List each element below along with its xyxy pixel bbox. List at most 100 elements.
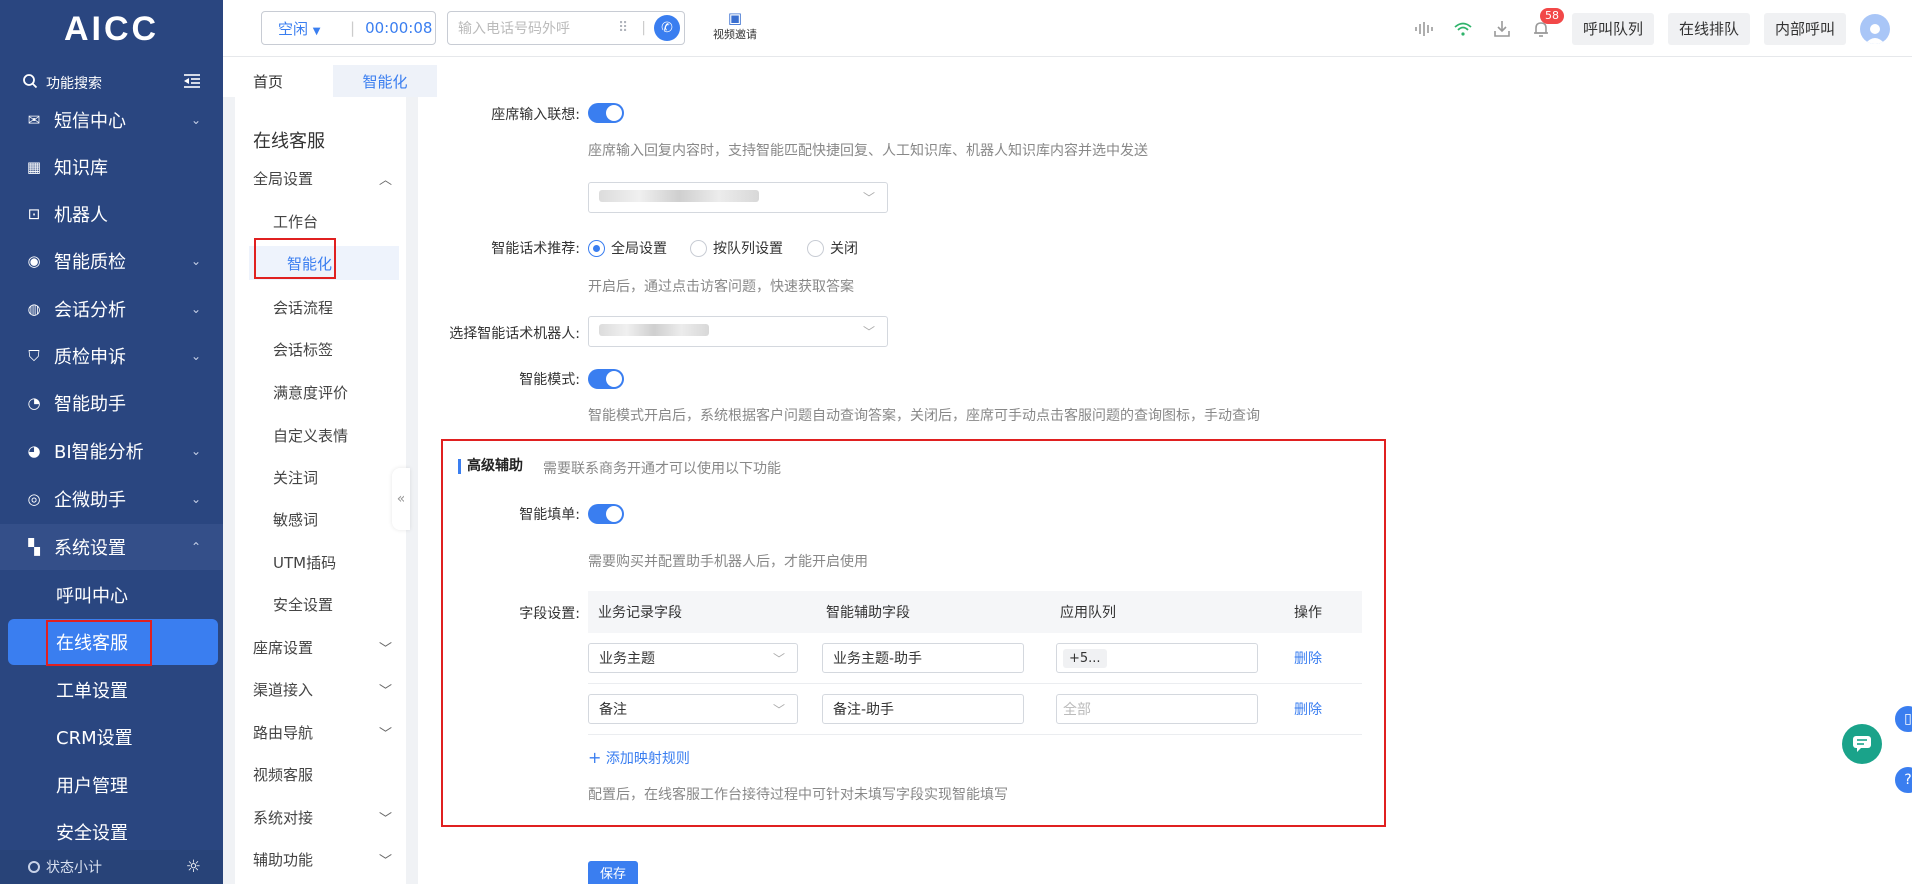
subnav-item[interactable]: 智能化 bbox=[249, 246, 399, 280]
chevron-icon: ⌄ bbox=[190, 302, 201, 316]
recommend-option-global[interactable]: 全局设置 bbox=[588, 238, 667, 258]
subnav-item[interactable]: 会话标签 bbox=[235, 332, 406, 366]
menu-collapse-icon[interactable] bbox=[183, 73, 201, 93]
top-action-button[interactable]: 在线排队 bbox=[1667, 12, 1750, 45]
divider: | bbox=[350, 19, 356, 37]
chevron-down-icon: ﹀ bbox=[772, 702, 785, 717]
advanced-section-note: 需要联系商务开通才可以使用以下功能 bbox=[543, 461, 781, 477]
subnav-item[interactable]: 视频客服 bbox=[235, 757, 406, 791]
save-button[interactable]: 保存 bbox=[588, 861, 638, 884]
robot-select[interactable]: ﹀ bbox=[588, 316, 888, 347]
recommend-option-queue-label: 按队列设置 bbox=[713, 241, 783, 257]
subnav-item[interactable]: UTM插码 bbox=[235, 545, 406, 579]
delete-link[interactable]: 删除 bbox=[1294, 702, 1322, 718]
queue-select[interactable]: +5... bbox=[1056, 643, 1258, 673]
assistant-icon: ◔ bbox=[27, 394, 41, 412]
smart-mode-toggle[interactable] bbox=[588, 369, 624, 389]
sidebar-subitem[interactable]: 工单设置 bbox=[0, 668, 223, 712]
robot-label: 选择智能话术机器人: bbox=[449, 326, 580, 342]
tab-intelligence[interactable]: 智能化 bbox=[333, 65, 437, 97]
phone-input[interactable]: 输入电话号码外呼 bbox=[458, 18, 618, 38]
grid-icon: ▚ bbox=[28, 538, 40, 556]
subnav-item[interactable]: 系统对接 ﹀ bbox=[235, 800, 406, 834]
sidebar-item[interactable]: ▚ 系统设置 ⌃ bbox=[0, 524, 223, 570]
avatar[interactable] bbox=[1860, 13, 1890, 44]
sidebar-item[interactable]: ◉ 智能质检 ⌄ bbox=[0, 238, 223, 284]
subnav-item[interactable]: 渠道接入 ﹀ bbox=[235, 672, 406, 706]
wifi-icon bbox=[1448, 14, 1478, 44]
business-field-value: 备注 bbox=[599, 702, 627, 718]
sidebar-item[interactable]: ◍ 会话分析 ⌄ bbox=[0, 286, 223, 332]
top-action-button[interactable]: 内部呼叫 bbox=[1763, 12, 1846, 45]
subnav-item[interactable]: 关注词 bbox=[235, 460, 406, 494]
sidebar-item[interactable]: ◎ 企微助手 ⌄ bbox=[0, 476, 223, 522]
subnav-title: 在线客服 bbox=[253, 131, 325, 152]
subnav-item-label: 全局设置 bbox=[253, 169, 314, 188]
subnav-item[interactable]: 辅助功能 ﹀ bbox=[235, 842, 406, 876]
sidebar-item-label: 系统设置 bbox=[54, 538, 126, 559]
input-assoc-select[interactable]: ﹀ bbox=[588, 182, 888, 213]
settings-subnav: 在线客服 全局设置 ︿ 工作台智能化会话流程会话标签满意度评价自定义表情关注词敏感词… bbox=[235, 97, 406, 884]
sidebar-subitem[interactable]: 用户管理 bbox=[0, 763, 223, 807]
queue-select[interactable]: 全部 bbox=[1056, 694, 1258, 724]
sun-icon[interactable]: ☼ bbox=[186, 857, 201, 877]
business-field-select[interactable]: 业务主题 ﹀ bbox=[588, 643, 798, 673]
smart-mode-label: 智能模式: bbox=[519, 372, 580, 388]
top-action-button[interactable]: 呼叫队列 bbox=[1571, 12, 1654, 45]
assist-field-input[interactable]: 备注-助手 bbox=[822, 694, 1024, 724]
sidebar-item[interactable]: ⛉ 质检申诉 ⌄ bbox=[0, 333, 223, 379]
delete-link[interactable]: 删除 bbox=[1294, 651, 1322, 667]
assist-field-input[interactable]: 业务主题-助手 bbox=[822, 643, 1024, 673]
queue-placeholder: 全部 bbox=[1063, 702, 1091, 718]
chevron-icon: ︿ bbox=[378, 172, 392, 188]
subnav-item[interactable]: 路由导航 ﹀ bbox=[235, 715, 406, 749]
caret-down-icon: ▼ bbox=[312, 25, 321, 37]
subnav-item[interactable]: 敏感词 bbox=[235, 502, 406, 536]
sidebar-subitem[interactable]: 安全设置 bbox=[0, 810, 223, 854]
subnav-item[interactable]: 满意度评价 bbox=[235, 375, 406, 409]
input-assoc-toggle[interactable] bbox=[588, 103, 624, 123]
sidebar-subitem[interactable]: 在线客服 bbox=[8, 619, 218, 665]
subnav-item[interactable]: 自定义表情 bbox=[235, 418, 406, 452]
video-invite-button[interactable]: ▣ 视频邀请 bbox=[703, 10, 767, 42]
sidebar-item[interactable]: ⊡ 机器人 bbox=[0, 191, 223, 237]
input-assoc-hint: 座席输入回复内容时，支持智能匹配快捷回复、人工知识库、机器人知识库内容并选中发送 bbox=[588, 143, 1148, 159]
download-icon[interactable] bbox=[1487, 14, 1517, 44]
dialpad-icon[interactable]: ⠿ bbox=[618, 20, 628, 36]
audio-wave-icon[interactable] bbox=[1409, 14, 1439, 44]
recommend-option-off[interactable]: 关闭 bbox=[807, 238, 858, 258]
status-summary[interactable]: 状态小计 ☼ bbox=[0, 850, 223, 884]
sidebar-item[interactable]: ✉ 短信中心 ⌄ bbox=[0, 97, 223, 143]
divider: | bbox=[641, 20, 646, 36]
sidebar-item[interactable]: ▦ 知识库 bbox=[0, 144, 223, 190]
plus-icon: + bbox=[588, 748, 602, 767]
chevron-icon: ⌄ bbox=[190, 492, 201, 506]
subnav-item[interactable]: 工作台 bbox=[235, 204, 406, 238]
notification-bell-icon[interactable]: 58 bbox=[1526, 7, 1564, 44]
bottom-hint: 配置后，在线客服工作台接待过程中可针对未填写字段实现智能填写 bbox=[588, 787, 1008, 803]
tab-home[interactable]: 首页 bbox=[223, 65, 313, 97]
chat-float-icon[interactable] bbox=[1842, 724, 1882, 764]
sidebar-subitem[interactable]: CRM设置 bbox=[0, 715, 223, 759]
sidebar-subitem[interactable]: 呼叫中心 bbox=[0, 573, 223, 617]
subnav-item[interactable]: 全局设置 ︿ bbox=[235, 161, 406, 195]
phone-call-icon[interactable]: ✆ bbox=[654, 15, 680, 41]
agent-status-select[interactable]: 空闲 ▼ | 00:00:08 bbox=[261, 11, 436, 45]
subnav-item-label: 敏感词 bbox=[273, 510, 319, 529]
collapse-panel-icon[interactable]: « bbox=[392, 468, 410, 530]
business-field-select[interactable]: 备注 ﹀ bbox=[588, 694, 798, 724]
sidebar-item[interactable]: ◕ BI智能分析 ⌄ bbox=[0, 428, 223, 474]
autofill-toggle[interactable] bbox=[588, 504, 624, 524]
chevron-icon: ⌄ bbox=[190, 254, 201, 268]
subnav-item[interactable]: 安全设置 bbox=[235, 587, 406, 621]
autofill-hint: 需要购买并配置助手机器人后，才能开启使用 bbox=[588, 554, 868, 570]
subnav-item[interactable]: 会话流程 bbox=[235, 290, 406, 324]
subnav-item-label: 辅助功能 bbox=[253, 850, 314, 869]
page-tabs: 首页 智能化 bbox=[223, 57, 1912, 97]
sidebar-item[interactable]: ◔ 智能助手 bbox=[0, 380, 223, 426]
recommend-option-queue[interactable]: 按队列设置 bbox=[690, 238, 783, 258]
add-rule-button[interactable]: + 添加映射规则 bbox=[588, 748, 690, 768]
subnav-item-label: 会话流程 bbox=[273, 298, 334, 317]
subnav-item[interactable]: 座席设置 ﹀ bbox=[235, 630, 406, 664]
sidebar: AICC 功能搜索 ✉ 短信中心 ⌄ ▦ 知识库 ⊡ 机器人 ◉ 智能质检 ⌄ ◍ 会话分析 ⌄ ⛉ 质检申… bbox=[0, 0, 223, 884]
